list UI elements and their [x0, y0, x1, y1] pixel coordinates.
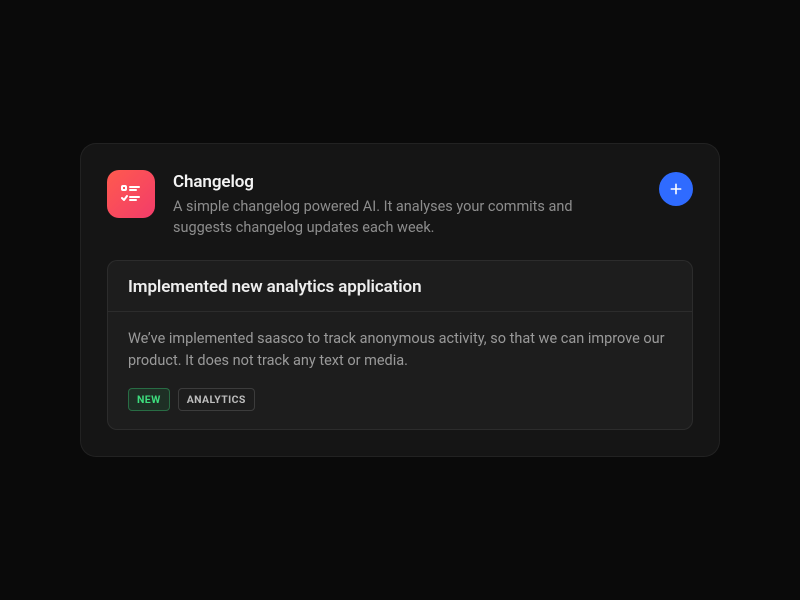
card-subtitle: A simple changelog powered AI. It analys… [173, 196, 633, 238]
entry-body: We’ve implemented saasco to track anonym… [108, 312, 692, 429]
changelog-app-icon [107, 170, 155, 218]
card-header: Changelog A simple changelog powered AI.… [107, 170, 693, 238]
card-title: Changelog [173, 172, 641, 192]
checklist-icon [119, 182, 143, 206]
entry-header: Implemented new analytics application [108, 261, 692, 312]
add-entry-button[interactable] [659, 172, 693, 206]
header-text-block: Changelog A simple changelog powered AI.… [173, 170, 641, 238]
changelog-entry[interactable]: Implemented new analytics application We… [107, 260, 693, 430]
tag-analytics[interactable]: ANALYTICS [178, 388, 255, 411]
entry-tags: NEW ANALYTICS [128, 388, 672, 411]
plus-icon [668, 181, 684, 197]
changelog-card: Changelog A simple changelog powered AI.… [80, 143, 720, 457]
tag-new[interactable]: NEW [128, 388, 170, 411]
entry-description: We’ve implemented saasco to track anonym… [128, 328, 672, 372]
entry-title: Implemented new analytics application [128, 277, 672, 297]
